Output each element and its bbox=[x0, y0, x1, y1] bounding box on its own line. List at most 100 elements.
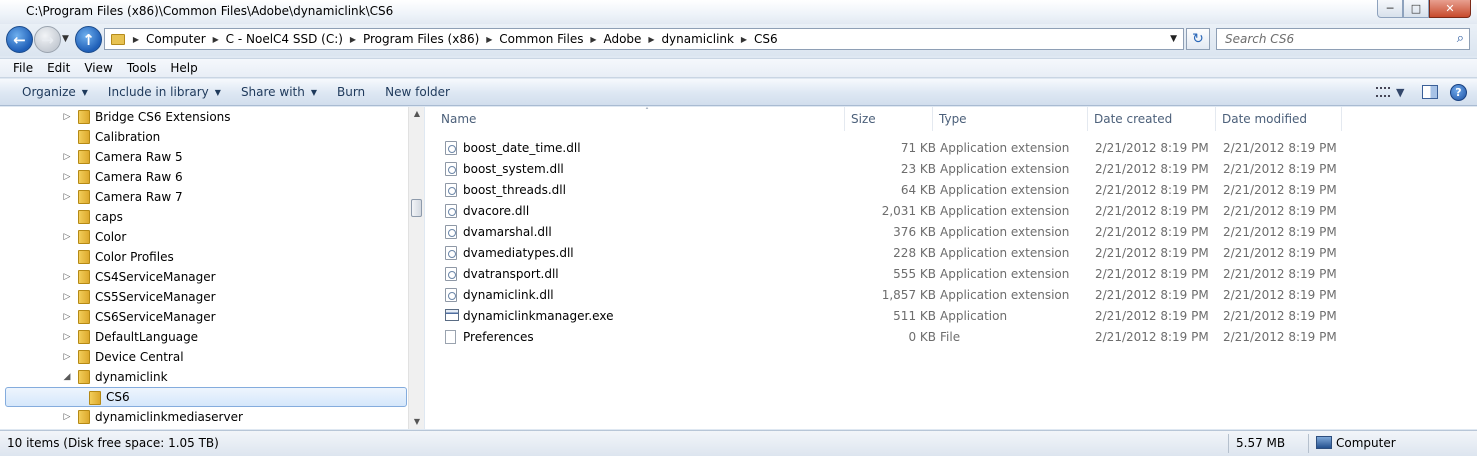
organize-button[interactable]: Organize ▼ bbox=[12, 85, 98, 99]
preview-pane-icon[interactable] bbox=[1422, 85, 1438, 99]
search-icon[interactable]: ⌕ bbox=[1457, 31, 1464, 46]
up-arrow-icon: ↑ bbox=[82, 30, 95, 49]
include-in-library-button[interactable]: Include in library ▼ bbox=[98, 85, 231, 99]
total-size: 5.57 MB bbox=[1236, 436, 1286, 450]
search-input[interactable] bbox=[1217, 29, 1443, 49]
expanded-arrow-icon[interactable]: ◢ bbox=[62, 372, 72, 382]
expand-arrow-icon[interactable]: ▷ bbox=[62, 272, 72, 282]
tree-item[interactable]: ◢ dynamiclink bbox=[0, 367, 408, 387]
help-icon[interactable]: ? bbox=[1450, 83, 1467, 101]
table-row[interactable]: dvatransport.dll 555 KB Application extens… bbox=[435, 264, 1355, 285]
breadcrumb-item[interactable]: ▶ dynamiclink bbox=[644, 29, 737, 49]
tree-item[interactable]: ▷ CS6ServiceManager bbox=[0, 307, 408, 327]
maximize-button[interactable]: □ bbox=[1403, 0, 1429, 18]
share-with-button[interactable]: Share with ▼ bbox=[231, 85, 327, 99]
table-row[interactable]: dvamarshal.dll 376 KB Application extensio… bbox=[435, 222, 1355, 243]
minimize-button[interactable]: ─ bbox=[1377, 0, 1403, 18]
chevron-down-icon: ▼ bbox=[81, 87, 88, 97]
breadcrumb-label: C - NoelC4 SSD (C:) bbox=[225, 32, 343, 46]
menu-file[interactable]: File bbox=[6, 61, 40, 75]
tree-item[interactable]: Color Profiles bbox=[0, 247, 408, 267]
breadcrumb-item[interactable]: ▶ C - NoelC4 SSD (C:) bbox=[209, 29, 346, 49]
tree-item[interactable]: Calibration bbox=[0, 127, 408, 147]
menu-tools[interactable]: Tools bbox=[120, 61, 164, 75]
back-button[interactable]: ← bbox=[6, 26, 33, 53]
tree-item[interactable]: ▷ Camera Raw 6 bbox=[0, 167, 408, 187]
scroll-down-icon[interactable]: ▼ bbox=[409, 415, 425, 429]
breadcrumb-chevron-icon[interactable]: ▶ bbox=[129, 35, 143, 44]
expand-arrow-icon[interactable]: ▷ bbox=[62, 312, 72, 322]
recent-pages-dropdown-icon[interactable]: ▼ bbox=[62, 34, 72, 44]
folder-icon-shape bbox=[78, 410, 90, 424]
navigation-scrollbar[interactable]: ▲ ▼ bbox=[408, 107, 424, 429]
table-row[interactable]: dvamediatypes.dll 228 KB Application exten… bbox=[435, 243, 1355, 264]
table-row[interactable]: dynamiclink.dll 1,857 KB Application exten… bbox=[435, 285, 1355, 306]
menu-help[interactable]: Help bbox=[163, 61, 204, 75]
tree-item-label: Device Central bbox=[95, 350, 184, 364]
table-row[interactable]: dvacore.dll 2,031 KB Application extension… bbox=[435, 201, 1355, 222]
burn-button[interactable]: Burn bbox=[327, 85, 375, 99]
close-button[interactable]: ✕ bbox=[1429, 0, 1471, 18]
dll-file-icon bbox=[445, 225, 457, 239]
expand-arrow-icon[interactable]: ▷ bbox=[62, 332, 72, 342]
menu-edit[interactable]: Edit bbox=[40, 61, 77, 75]
expand-arrow-icon[interactable]: ▷ bbox=[62, 232, 72, 242]
breadcrumb-chevron-icon[interactable]: ▶ bbox=[482, 35, 496, 44]
column-date-modified[interactable]: Date modified bbox=[1216, 107, 1342, 131]
column-size[interactable]: Size bbox=[845, 107, 933, 131]
scroll-thumb[interactable] bbox=[411, 199, 422, 217]
tree-item[interactable]: ▷ CS4ServiceManager bbox=[0, 267, 408, 287]
tree-item-label: caps bbox=[95, 210, 123, 224]
expand-arrow-icon[interactable]: ▷ bbox=[62, 352, 72, 362]
expand-arrow-icon[interactable]: ▷ bbox=[62, 292, 72, 302]
table-row[interactable]: dynamiclinkmanager.exe 511 KB Application 2… bbox=[435, 306, 1355, 327]
column-type[interactable]: Type bbox=[933, 107, 1088, 131]
expand-arrow-icon[interactable]: ▷ bbox=[62, 172, 72, 182]
column-name[interactable]: Name bbox=[435, 107, 845, 131]
breadcrumb-item[interactable]: ▶ CS6 bbox=[737, 29, 781, 49]
tree-item[interactable]: ▷ Bridge CS6 Extensions bbox=[0, 107, 408, 127]
breadcrumb-chevron-icon[interactable]: ▶ bbox=[644, 35, 658, 44]
tree-item[interactable]: ▷ Device Central bbox=[0, 347, 408, 367]
tree-item[interactable]: ▷ dynamiclinkmediaserver bbox=[0, 407, 408, 427]
chevron-down-icon: ▼ bbox=[214, 87, 221, 97]
refresh-button[interactable]: ↻ bbox=[1186, 28, 1210, 50]
breadcrumb-item[interactable]: ▶ Computer bbox=[129, 29, 209, 49]
column-date-created[interactable]: Date created bbox=[1088, 107, 1216, 131]
expand-arrow-icon[interactable]: ▷ bbox=[62, 192, 72, 202]
menu-view[interactable]: View bbox=[77, 61, 119, 75]
expand-arrow-icon[interactable]: ▷ bbox=[62, 112, 72, 122]
dll-file-icon bbox=[445, 204, 457, 218]
address-bar[interactable]: ▶ Computer ▶ C - NoelC4 SSD (C:) ▶ Program Fi… bbox=[104, 28, 1184, 50]
table-row[interactable]: boost_system.dll 23 KB Application extensi… bbox=[435, 159, 1355, 180]
breadcrumb-item[interactable]: ▶ Common Files bbox=[482, 29, 586, 49]
tree-item[interactable]: CS6 bbox=[5, 387, 407, 407]
tree-item[interactable]: ▷ Camera Raw 5 bbox=[0, 147, 408, 167]
tree-item[interactable]: ▷ Color bbox=[0, 227, 408, 247]
tree-item[interactable]: ▷ Camera Raw 7 bbox=[0, 187, 408, 207]
change-view-button[interactable]: ▼ bbox=[1376, 83, 1410, 101]
scroll-up-icon[interactable]: ▲ bbox=[409, 107, 425, 121]
breadcrumb-item[interactable]: ▶ Adobe bbox=[586, 29, 644, 49]
tree-item[interactable]: caps bbox=[0, 207, 408, 227]
tree-item[interactable]: ▷ CS5ServiceManager bbox=[0, 287, 408, 307]
up-button[interactable]: ↑ bbox=[75, 26, 102, 53]
table-row[interactable]: boost_threads.dll 64 KB Application extens… bbox=[435, 180, 1355, 201]
breadcrumb-chevron-icon[interactable]: ▶ bbox=[737, 35, 751, 44]
table-row[interactable]: Preferences 0 KB File 2/21/2012 8:19 PM 2/21… bbox=[435, 327, 1355, 348]
address-dropdown-icon[interactable]: ▼ bbox=[1170, 34, 1177, 44]
breadcrumb-chevron-icon[interactable]: ▶ bbox=[586, 35, 600, 44]
forward-button[interactable]: → bbox=[34, 26, 61, 53]
breadcrumb-item[interactable]: ▶ Program Files (x86) bbox=[346, 29, 482, 49]
table-row[interactable]: boost_date_time.dll 71 KB Application exte… bbox=[435, 138, 1355, 159]
breadcrumb-chevron-icon[interactable]: ▶ bbox=[346, 35, 360, 44]
breadcrumb-chevron-icon[interactable]: ▶ bbox=[209, 35, 223, 44]
breadcrumb-label: Adobe bbox=[603, 32, 642, 46]
search-box[interactable]: ⌕ bbox=[1216, 28, 1470, 50]
expand-arrow-icon[interactable]: ▷ bbox=[62, 412, 72, 422]
folder-icon bbox=[78, 130, 90, 144]
tree-item[interactable]: ▷ DefaultLanguage bbox=[0, 327, 408, 347]
expand-arrow-icon[interactable]: ▷ bbox=[62, 152, 72, 162]
new-folder-button[interactable]: New folder bbox=[375, 85, 460, 99]
chevron-down-icon: ▼ bbox=[310, 87, 317, 97]
